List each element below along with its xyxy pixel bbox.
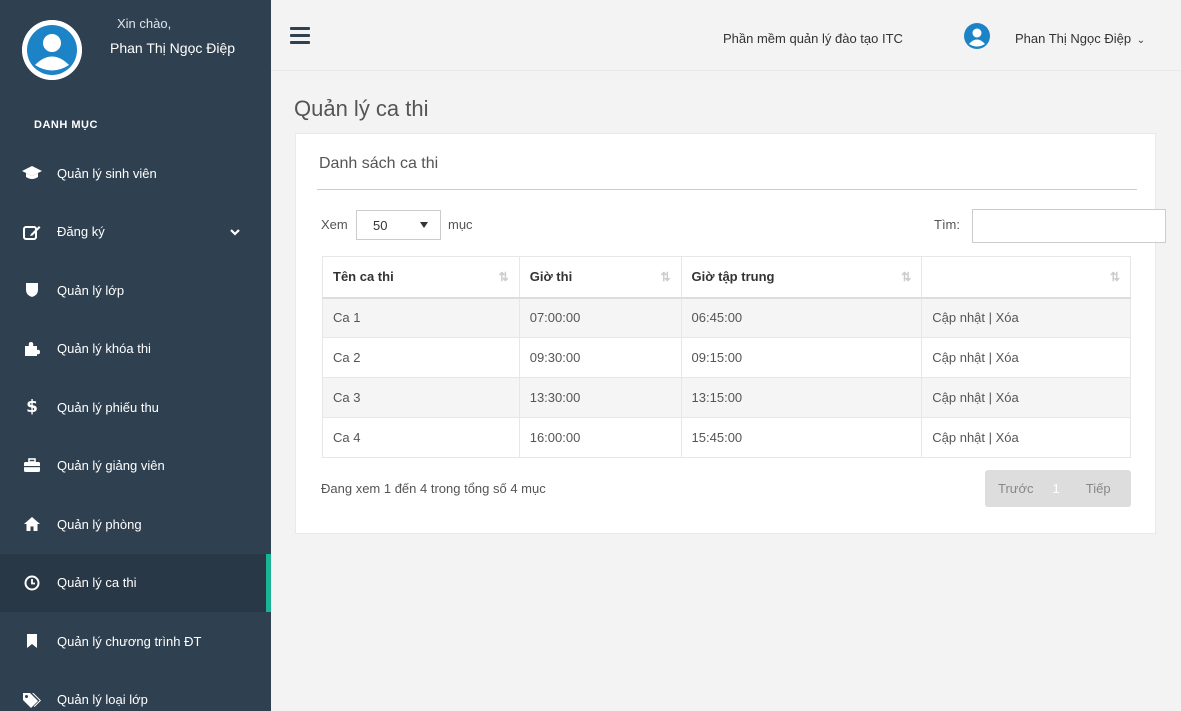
page-title: Quản lý ca thi <box>294 96 429 121</box>
search-label: Tìm: <box>934 217 960 232</box>
puzzle-icon <box>22 340 42 358</box>
sort-icon: ⇅ <box>660 270 671 284</box>
hamburger-menu-icon[interactable] <box>290 27 310 44</box>
graduation-cap-icon <box>22 164 42 182</box>
table-row: Ca 4 16:00:00 15:45:00 Cập nhật | Xóa <box>322 417 1131 458</box>
search-input[interactable] <box>972 209 1166 243</box>
column-header-time[interactable]: Giờ thi ⇅ <box>518 256 682 299</box>
cell-gather-time: 06:45:00 <box>680 297 923 338</box>
dollar-icon: $ <box>26 397 38 418</box>
chevron-down-icon: ⌄ <box>1136 35 1146 46</box>
user-menu-dropdown[interactable]: Phan Thị Ngọc Điệp ⌄ <box>1015 31 1145 46</box>
user-avatar-icon[interactable] <box>964 23 990 49</box>
sort-icon: ⇅ <box>1109 270 1120 284</box>
sidebar-item-exam-courses[interactable]: Quản lý khóa thi <box>0 320 271 379</box>
next-page-button[interactable]: Tiếp <box>1086 481 1111 496</box>
edit-icon <box>22 223 42 241</box>
sidebar-item-label: Quản lý lớp <box>57 282 125 298</box>
menu-title: DANH MỤC <box>34 119 98 131</box>
sidebar: Xin chào, Phan Thị Ngọc Điệp DANH MỤC Qu… <box>0 0 271 711</box>
sidebar-item-label: Quản lý giảng viên <box>57 458 165 474</box>
sidebar-menu: Quản lý sinh viên Đăng ký Quản lý lớp Qu… <box>0 144 271 711</box>
divider <box>317 189 1137 190</box>
length-label-after: mục <box>448 217 473 232</box>
top-bar: Phần mềm quản lý đào tạo ITC Phan Thị Ng… <box>271 0 1181 71</box>
sidebar-item-programs[interactable]: Quản lý chương trình ĐT <box>0 612 271 671</box>
cell-name: Ca 1 <box>322 297 520 338</box>
clock-icon <box>22 574 42 592</box>
cell-actions[interactable]: Cập nhật | Xóa <box>921 337 1131 378</box>
caret-down-icon <box>420 222 428 228</box>
cell-name: Ca 3 <box>322 377 520 418</box>
home-icon <box>22 515 42 533</box>
sidebar-item-rooms[interactable]: Quản lý phòng <box>0 495 271 554</box>
sidebar-item-label: Đăng ký <box>57 224 105 240</box>
page-length-select[interactable]: 50 <box>356 210 441 240</box>
page-length-value: 50 <box>373 218 388 233</box>
sort-icon: ⇅ <box>901 270 912 284</box>
exam-shift-panel: Danh sách ca thi Xem 50 mục Tìm: Tên ca … <box>295 133 1166 534</box>
cell-name: Ca 4 <box>322 417 520 458</box>
tags-icon <box>22 691 42 709</box>
sidebar-item-label: Quản lý phòng <box>57 516 142 532</box>
user-avatar-icon[interactable] <box>22 20 82 80</box>
sidebar-item-label: Quản lý sinh viên <box>57 165 157 181</box>
table-info: Đang xem 1 đến 4 trong tổng số 4 mục <box>321 481 546 496</box>
table-header-row: Tên ca thi ⇅ Giờ thi ⇅ Giờ tập trung ⇅ ⇅ <box>322 256 1131 299</box>
sidebar-item-lecturers[interactable]: Quản lý giảng viên <box>0 437 271 496</box>
column-header-name[interactable]: Tên ca thi ⇅ <box>322 256 520 299</box>
exam-shift-table: Tên ca thi ⇅ Giờ thi ⇅ Giờ tập trung ⇅ ⇅ Ca… <box>322 256 1131 458</box>
cell-time: 13:30:00 <box>518 377 682 418</box>
sidebar-item-label: Quản lý phiếu thu <box>57 399 159 415</box>
table-row: Ca 3 13:30:00 13:15:00 Cập nhật | Xóa <box>322 377 1131 418</box>
sort-icon: ⇅ <box>498 270 509 284</box>
cell-gather-time: 09:15:00 <box>680 337 923 378</box>
sidebar-item-label: Quản lý khóa thi <box>57 341 151 357</box>
sidebar-item-exam-shifts[interactable]: Quản lý ca thi <box>0 553 271 612</box>
cell-name: Ca 2 <box>322 337 520 378</box>
sidebar-user-name[interactable]: Phan Thị Ngọc Điệp <box>110 40 235 56</box>
cell-gather-time: 15:45:00 <box>680 417 923 458</box>
column-header-gather-time[interactable]: Giờ tập trung ⇅ <box>680 256 923 299</box>
length-label-before: Xem <box>321 217 348 232</box>
app-name: Phần mềm quản lý đào tạo ITC <box>723 31 903 46</box>
cell-actions[interactable]: Cập nhật | Xóa <box>921 377 1131 418</box>
sidebar-item-label: Quản lý chương trình ĐT <box>57 633 202 649</box>
sidebar-item-students[interactable]: Quản lý sinh viên <box>0 144 271 203</box>
sidebar-item-class-types[interactable]: Quản lý loại lớp <box>0 671 271 711</box>
panel-title: Danh sách ca thi <box>319 155 439 172</box>
sidebar-item-receipts[interactable]: $ Quản lý phiếu thu <box>0 378 271 437</box>
profile-block: Xin chào, Phan Thị Ngọc Điệp <box>0 0 271 105</box>
cell-actions[interactable]: Cập nhật | Xóa <box>921 417 1131 458</box>
top-user-name: Phan Thị Ngọc Điệp <box>1015 31 1132 46</box>
cell-time: 07:00:00 <box>518 297 682 338</box>
pagination: Trước 1 Tiếp <box>985 470 1131 507</box>
column-header-actions[interactable]: ⇅ <box>921 256 1131 299</box>
prev-page-button[interactable]: Trước <box>998 481 1034 496</box>
cell-time: 16:00:00 <box>518 417 682 458</box>
cell-actions[interactable]: Cập nhật | Xóa <box>921 297 1131 338</box>
shield-icon <box>22 281 42 299</box>
page-number-button[interactable]: 1 <box>1053 481 1060 496</box>
sidebar-item-classes[interactable]: Quản lý lớp <box>0 261 271 320</box>
briefcase-icon <box>22 457 42 475</box>
sidebar-item-label: Quản lý ca thi <box>57 575 137 591</box>
chevron-down-icon <box>229 226 241 241</box>
sidebar-item-label: Quản lý loại lớp <box>57 692 148 708</box>
bookmark-icon <box>22 632 42 650</box>
table-row: Ca 2 09:30:00 09:15:00 Cập nhật | Xóa <box>322 337 1131 378</box>
table-row: Ca 1 07:00:00 06:45:00 Cập nhật | Xóa <box>322 297 1131 338</box>
cell-time: 09:30:00 <box>518 337 682 378</box>
cell-gather-time: 13:15:00 <box>680 377 923 418</box>
greeting-text: Xin chào, <box>117 16 172 31</box>
sidebar-item-registration[interactable]: Đăng ký <box>0 203 271 262</box>
